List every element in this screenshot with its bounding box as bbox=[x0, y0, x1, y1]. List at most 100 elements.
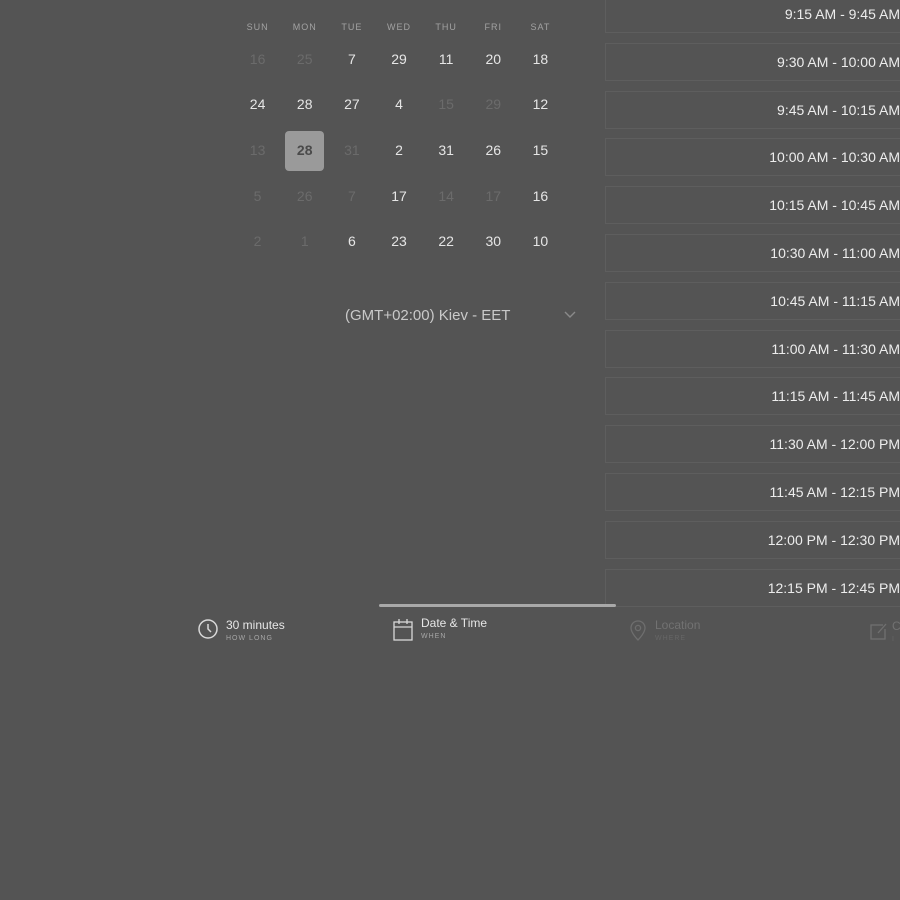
weekday-label: MON bbox=[292, 22, 317, 32]
calendar-day[interactable]: 16 bbox=[517, 176, 564, 216]
calendar-day[interactable]: 15 bbox=[517, 130, 564, 170]
calendar-day-number: 26 bbox=[485, 141, 502, 158]
timezone-label: (GMT+02:00) Kiev - EET bbox=[345, 306, 511, 324]
time-slot-button[interactable]: 10:30 AM - 11:00 AM bbox=[605, 234, 900, 272]
calendar-day-number: 7 bbox=[347, 187, 356, 204]
step-details[interactable]: C I bbox=[868, 619, 900, 646]
calendar-week-row: 13 28 31 2 31 26 15 bbox=[234, 127, 564, 173]
calendar-day: 25 bbox=[281, 39, 328, 79]
calendar-day-number: 2 bbox=[253, 233, 262, 250]
calendar-day-number: 15 bbox=[532, 141, 549, 158]
calendar-day[interactable]: 28 bbox=[281, 84, 328, 124]
calendar-day-number: 5 bbox=[253, 187, 262, 204]
calendar-day-number: 27 bbox=[344, 96, 360, 113]
calendar-day[interactable]: 22 bbox=[423, 221, 470, 261]
location-pin-icon bbox=[630, 620, 646, 641]
step-details-subtitle: I bbox=[892, 636, 895, 643]
time-slot-button[interactable]: 11:45 AM - 12:15 PM bbox=[605, 473, 900, 511]
calendar-day-number: 28 bbox=[296, 96, 313, 113]
calendar-day-number: 22 bbox=[438, 233, 454, 250]
calendar-day[interactable]: 7 bbox=[328, 39, 375, 79]
calendar-day-number: 17 bbox=[391, 187, 407, 204]
calendar-day: 2 bbox=[234, 221, 281, 261]
calendar-day-number: 6 bbox=[347, 233, 356, 250]
calendar-day[interactable]: 4 bbox=[375, 84, 422, 124]
calendar-day: 7 bbox=[328, 176, 375, 216]
calendar-day-number: 25 bbox=[296, 50, 313, 67]
calendar-day[interactable]: 23 bbox=[375, 221, 422, 261]
time-slot-button[interactable]: 9:15 AM - 9:45 AM bbox=[605, 0, 900, 33]
step-duration-title: 30 minutes bbox=[226, 618, 285, 632]
calendar-day-selected[interactable]: 28 bbox=[281, 130, 328, 171]
step-location-title: Location bbox=[655, 618, 701, 632]
calendar-day[interactable]: 11 bbox=[423, 39, 470, 79]
calendar-day-number: 18 bbox=[532, 50, 549, 67]
calendar-day-number: 11 bbox=[438, 50, 454, 67]
calendar-day[interactable]: 26 bbox=[470, 130, 517, 170]
calendar-day[interactable]: 2 bbox=[375, 130, 422, 170]
calendar-day-number: 16 bbox=[532, 187, 549, 204]
calendar-day: 13 bbox=[234, 130, 281, 170]
calendar-day-grid: 16 25 7 29 11 20 18 24 28 27 4 15 29 12 13 28 31 2 31 26 15 5… bbox=[234, 36, 564, 264]
calendar-day-number: 10 bbox=[532, 233, 549, 250]
edit-icon bbox=[870, 623, 887, 640]
time-slot-button[interactable]: 9:45 AM - 10:15 AM bbox=[605, 90, 900, 129]
time-slot-button[interactable]: 12:00 PM - 12:30 PM bbox=[605, 520, 900, 559]
time-slot-button[interactable]: 11:00 AM - 11:30 AM bbox=[605, 329, 900, 368]
calendar-day[interactable]: 10 bbox=[517, 221, 564, 261]
time-slot-button[interactable]: 11:30 AM - 12:00 PM bbox=[605, 425, 900, 464]
step-date-time-title: Date & Time bbox=[421, 616, 488, 630]
progress-indicator bbox=[379, 604, 616, 607]
calendar-day-number: 31 bbox=[344, 141, 360, 158]
weekday-label: THU bbox=[435, 22, 457, 32]
time-slot-button[interactable]: 10:00 AM - 10:30 AM bbox=[605, 138, 900, 177]
chevron-down-icon bbox=[564, 311, 576, 318]
step-location[interactable]: Location WHERE bbox=[629, 618, 700, 645]
calendar-day[interactable]: 12 bbox=[517, 84, 564, 124]
weekday-header-row: SUN MON TUE WED THU FRI SAT bbox=[234, 22, 564, 32]
weekday-label: WED bbox=[386, 22, 411, 32]
time-slot-button[interactable]: 11:15 AM - 11:45 AM bbox=[605, 377, 900, 416]
calendar-day: 5 bbox=[234, 176, 281, 216]
calendar-day-number: 13 bbox=[249, 141, 266, 158]
calendar-day[interactable]: 17 bbox=[375, 176, 422, 216]
calendar-day-number: 15 bbox=[438, 96, 454, 113]
calendar-week-row: 5 26 7 17 14 17 16 bbox=[234, 173, 564, 219]
calendar-day[interactable]: 29 bbox=[375, 39, 422, 79]
calendar-day: 29 bbox=[470, 84, 517, 124]
weekday-label: SUN bbox=[246, 22, 269, 32]
calendar-day-number: 28 bbox=[296, 141, 313, 158]
calendar-week-row: 2 1 6 23 22 30 10 bbox=[234, 218, 564, 264]
weekday-label: SAT bbox=[530, 22, 551, 32]
calendar-day[interactable]: 18 bbox=[517, 39, 564, 79]
timezone-select[interactable]: (GMT+02:00) Kiev - EET bbox=[345, 303, 585, 327]
time-slot-button[interactable]: 12:15 PM - 12:45 PM bbox=[605, 568, 900, 607]
calendar-day[interactable]: 27 bbox=[328, 84, 375, 124]
calendar-day-number: 29 bbox=[485, 96, 502, 113]
calendar-day-number: 1 bbox=[300, 233, 309, 250]
calendar-day-number: 2 bbox=[395, 141, 403, 158]
calendar-day: 15 bbox=[423, 84, 470, 124]
calendar-day-number: 12 bbox=[532, 96, 549, 113]
time-slot-button[interactable]: 10:15 AM - 10:45 AM bbox=[605, 186, 900, 225]
calendar-day[interactable]: 6 bbox=[328, 221, 375, 261]
calendar-day-number: 14 bbox=[438, 187, 454, 204]
calendar-day: 26 bbox=[281, 176, 328, 216]
calendar-day: 14 bbox=[423, 176, 470, 216]
step-date-time[interactable]: Date & Time WHEN bbox=[393, 616, 487, 643]
calendar-day[interactable]: 31 bbox=[423, 130, 470, 170]
step-duration[interactable]: 30 minutes HOW LONG bbox=[198, 618, 285, 645]
calendar-day-number: 24 bbox=[249, 96, 266, 113]
time-slot-button[interactable]: 9:30 AM - 10:00 AM bbox=[605, 42, 900, 81]
calendar-icon bbox=[393, 619, 413, 641]
calendar-day: 1 bbox=[281, 221, 328, 261]
calendar-day[interactable]: 20 bbox=[470, 39, 517, 79]
time-slot-button[interactable]: 10:45 AM - 11:15 AM bbox=[605, 281, 900, 320]
clock-icon bbox=[198, 619, 218, 639]
calendar-day-number: 7 bbox=[347, 50, 356, 67]
calendar-week-row: 24 28 27 4 15 29 12 bbox=[234, 82, 564, 128]
step-duration-subtitle: HOW LONG bbox=[226, 635, 273, 642]
calendar-day[interactable]: 24 bbox=[234, 84, 281, 124]
calendar-day[interactable]: 30 bbox=[470, 221, 517, 261]
calendar-day-number: 17 bbox=[485, 187, 502, 204]
